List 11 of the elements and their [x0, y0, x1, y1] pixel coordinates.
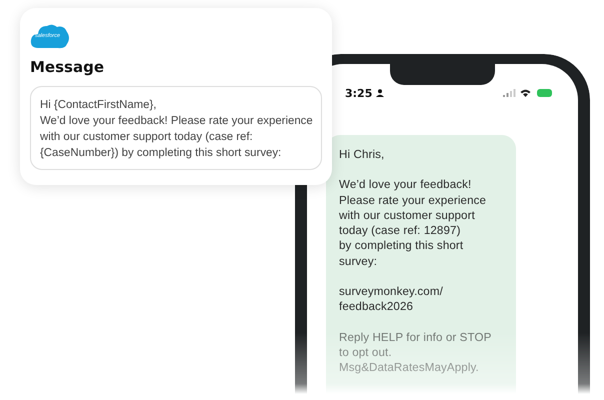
card-title: Message [30, 58, 105, 76]
battery-icon [537, 89, 552, 97]
wifi-icon [520, 89, 531, 97]
message-text: Hi Chris, [339, 147, 386, 162]
status-time: 3:25 [345, 86, 372, 100]
opt-out-text: Reply HELP for info or STOP to opt out. Msg&DataRatesMayApply. [339, 330, 492, 376]
message-template-field[interactable]: Hi {ContactFirstName}, We’d love your feedback! Please rate your experience with our customer support today (case ref: {CaseNumber}) by completing this short survey: [30, 86, 322, 170]
message-text: We’d love your feedback! Please rate your experience with our customer support today (case ref: 12897) by completing this short survey: [339, 177, 488, 270]
message-text: surveymonkey.com/ feedback2026 [339, 284, 444, 315]
signal-icon [503, 89, 516, 97]
person-icon [376, 89, 384, 97]
